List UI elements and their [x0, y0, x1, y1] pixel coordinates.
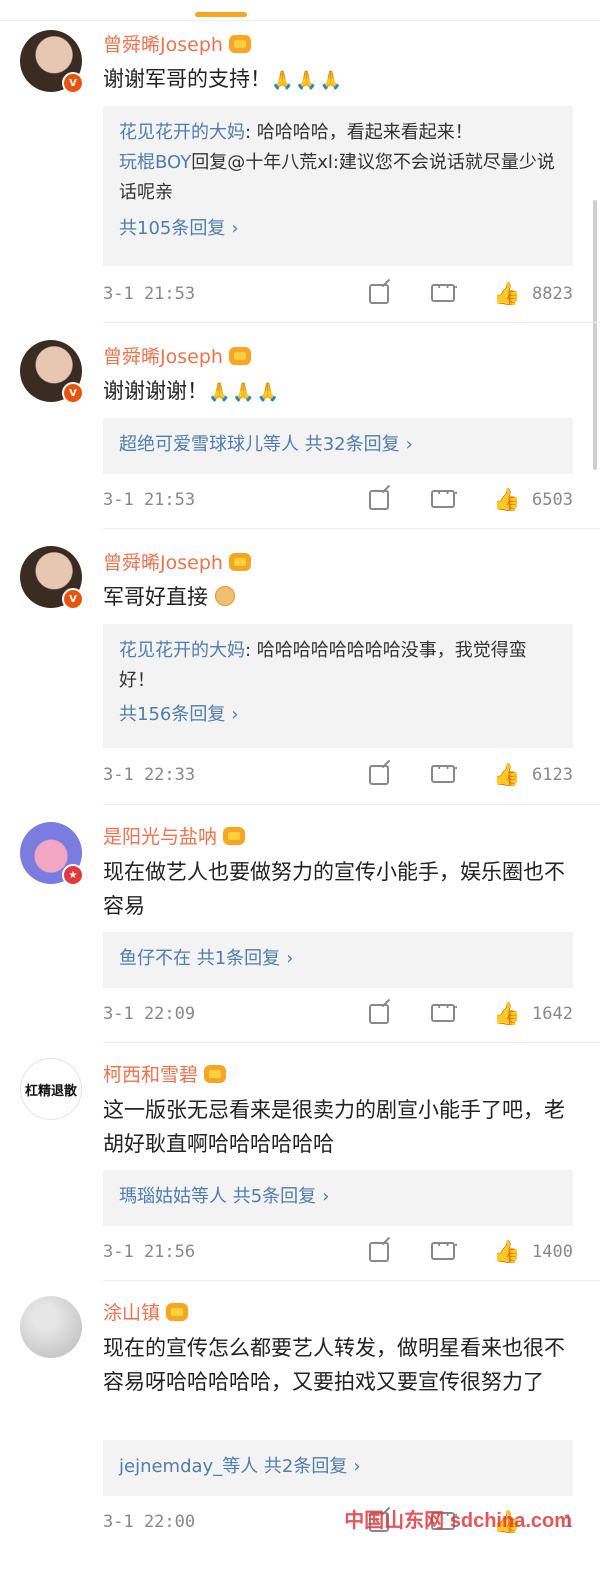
top-divider — [0, 20, 600, 21]
like-icon[interactable]: 👍 — [493, 1002, 520, 1027]
verified-badge-icon: V — [62, 382, 84, 404]
like-icon[interactable]: 👍 — [493, 763, 520, 788]
chevron-right-icon: › — [405, 434, 413, 455]
avatar[interactable] — [20, 1296, 82, 1358]
chevron-right-icon: › — [353, 1456, 361, 1477]
share-icon[interactable] — [369, 1004, 389, 1024]
like-count: 6503 — [532, 490, 573, 510]
like-icon[interactable]: 👍 — [493, 488, 520, 513]
member-badge-icon: ★ — [62, 864, 84, 886]
timestamp: 3-1 21:53 — [103, 490, 196, 510]
reply-box[interactable]: jejnemday_等人 共2条回复 › — [103, 1440, 573, 1496]
vip-crown-icon — [166, 1302, 189, 1321]
reply-line: 花见花开的大妈: 哈哈哈哈哈哈哈哈没事，我觉得蛮好！ — [119, 640, 527, 691]
vip-crown-icon — [228, 346, 251, 365]
divider — [103, 1042, 600, 1043]
vip-crown-icon — [223, 826, 246, 845]
view-replies-link[interactable]: 共105条回复 › — [119, 214, 557, 244]
comment-meta: 3-1 21:53 👍 8823 — [103, 280, 573, 308]
comment-meta: 3-1 21:53 👍 6503 — [103, 486, 573, 514]
reply-box[interactable]: 鱼仔不在 共1条回复 › — [103, 932, 573, 988]
comment-username[interactable]: 曾舜晞Joseph — [103, 548, 251, 575]
comment-text: 这一版张无忌看来是很卖力的剧宣小能手了吧，老胡好耿直啊哈哈哈哈哈哈 — [103, 1098, 565, 1156]
comment-meta: 3-1 22:33 👍 6123 — [103, 761, 573, 789]
share-icon[interactable] — [369, 490, 389, 510]
comment-username[interactable]: 是阳光与盐呐 — [103, 822, 246, 849]
pray-emoji-icon: 🙏🙏🙏 — [208, 382, 282, 403]
divider — [103, 322, 600, 323]
view-replies-link[interactable]: 共156条回复 › — [119, 700, 557, 730]
timestamp: 3-1 22:33 — [103, 765, 196, 785]
verified-badge-icon: V — [62, 588, 84, 610]
like-count: 6123 — [532, 765, 573, 785]
like-icon[interactable]: 👍 — [493, 1240, 520, 1265]
comment-username[interactable]: 曾舜晞Joseph — [103, 342, 251, 369]
view-replies-link[interactable]: 超绝可爱雪球球儿等人 共32条回复 › — [119, 430, 557, 460]
view-replies-link[interactable]: 鱼仔不在 共1条回复 › — [119, 944, 557, 974]
verified-badge-icon: V — [62, 72, 84, 94]
reply-line: 花见花开的大妈: 哈哈哈哈，看起来看起来！ — [119, 122, 473, 143]
comment-icon[interactable] — [431, 486, 460, 508]
chevron-right-icon: › — [231, 704, 239, 725]
timestamp: 3-1 22:09 — [103, 1004, 196, 1024]
reply-box[interactable]: 花见花开的大妈: 哈哈哈哈哈哈哈哈没事，我觉得蛮好！ 共156条回复 › — [103, 624, 573, 748]
comment-username[interactable]: 曾舜晞Joseph — [103, 30, 251, 57]
like-count: 1642 — [532, 1004, 573, 1024]
doge-emoji-icon — [214, 586, 235, 606]
tab-indicator — [195, 12, 247, 17]
comment-text: 现在做艺人也要做努力的宣传小能手，娱乐圈也不容易 — [103, 860, 565, 918]
comment-username[interactable]: 柯西和雪碧 — [103, 1060, 227, 1087]
comment-text: 谢谢谢谢！🙏🙏🙏 — [103, 379, 282, 403]
avatar[interactable]: 杠精退散 — [20, 1058, 82, 1120]
share-icon[interactable] — [369, 284, 389, 304]
comment-text: 谢谢军哥的支持！🙏🙏🙏 — [103, 67, 345, 91]
view-replies-link[interactable]: 瑪瑙姑姑等人 共5条回复 › — [119, 1182, 557, 1212]
reply-box[interactable]: 超绝可爱雪球球儿等人 共32条回复 › — [103, 418, 573, 474]
comment-icon[interactable] — [431, 280, 460, 302]
comment-meta: 3-1 21:56 👍 1400 — [103, 1238, 573, 1266]
comment-text: 现在的宣传怎么都要艺人转发，做明星看来也很不容易呀哈哈哈哈哈，又要拍戏又要宣传很… — [103, 1336, 565, 1394]
watermark-logo: 中国山东网 sdchina.com — [344, 1510, 572, 1532]
reply-box[interactable]: 瑪瑙姑姑等人 共5条回复 › — [103, 1170, 573, 1226]
scrollbar[interactable] — [593, 200, 597, 470]
timestamp: 3-1 22:00 — [103, 1512, 196, 1532]
timestamp: 3-1 21:53 — [103, 284, 196, 304]
comment-meta: 3-1 22:09 👍 1642 — [103, 1000, 573, 1028]
vip-crown-icon — [228, 34, 251, 53]
share-icon[interactable] — [369, 1242, 389, 1262]
chevron-right-icon: › — [322, 1186, 330, 1207]
comment-icon[interactable] — [431, 1000, 460, 1022]
like-count: 8823 — [532, 284, 573, 304]
like-count: 1400 — [532, 1242, 573, 1262]
divider — [103, 804, 600, 805]
pray-emoji-icon: 🙏🙏🙏 — [271, 70, 345, 91]
comment-icon[interactable] — [431, 761, 460, 783]
vip-crown-icon — [204, 1064, 227, 1083]
vip-crown-icon — [228, 552, 251, 571]
timestamp: 3-1 21:56 — [103, 1242, 196, 1262]
comment-icon[interactable] — [431, 1238, 460, 1260]
reply-line: 玩棍BOY回复@十年八荒xl:建议您不会说话就尽量少说话呢亲 — [119, 152, 555, 203]
comment-text: 军哥好直接 — [103, 580, 573, 614]
reply-box[interactable]: 花见花开的大妈: 哈哈哈哈，看起来看起来！ 玩棍BOY回复@十年八荒xl:建议您… — [103, 106, 573, 266]
share-icon[interactable] — [369, 765, 389, 785]
chevron-right-icon: › — [231, 218, 239, 239]
divider — [103, 528, 600, 529]
divider — [103, 1280, 600, 1281]
view-replies-link[interactable]: jejnemday_等人 共2条回复 › — [119, 1452, 557, 1482]
comment-username[interactable]: 涂山镇 — [103, 1298, 189, 1325]
chevron-right-icon: › — [286, 948, 294, 969]
like-icon[interactable]: 👍 — [493, 282, 520, 307]
